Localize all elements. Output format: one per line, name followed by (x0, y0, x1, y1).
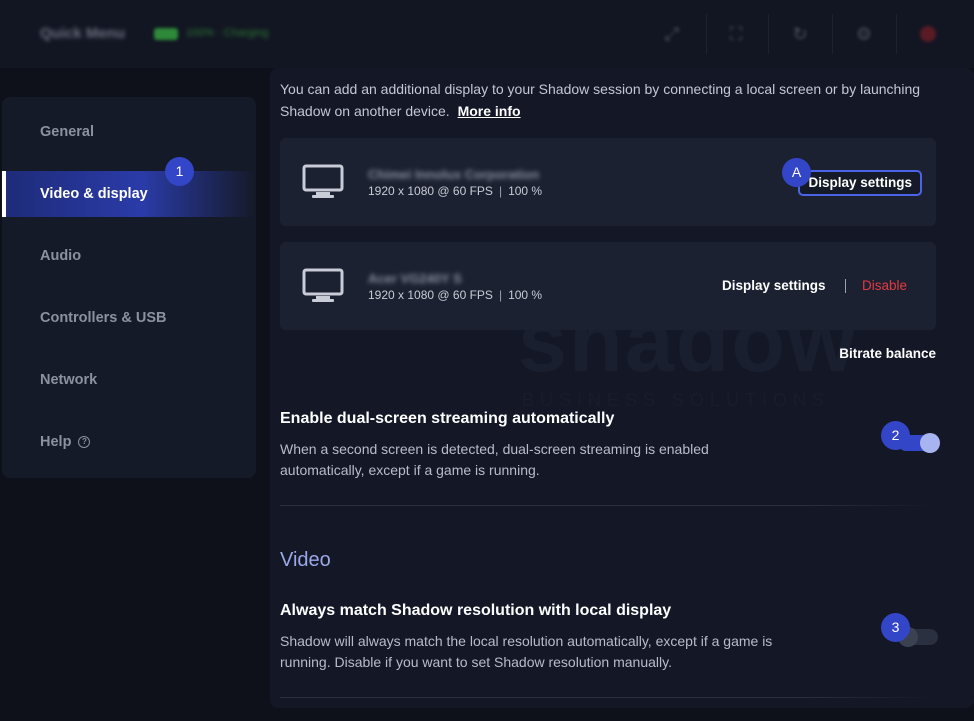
display-name: Chimei Innolux Corporation (368, 167, 540, 182)
monitor-icon (302, 268, 344, 302)
intro-text: You can add an additional display to you… (280, 78, 920, 122)
sidebar-item-video-display[interactable]: Video & display (2, 171, 256, 217)
display-resolution: 1920 x 1080 @ 60 FPS (368, 288, 493, 302)
video-section-heading: Video (280, 549, 331, 571)
marker-badge-3: 3 (881, 613, 910, 642)
more-info-link[interactable]: More info (458, 103, 521, 119)
settings-icon[interactable]: ⚙ (852, 22, 876, 46)
toolbar-divider (896, 14, 897, 54)
help-circle-icon: ? (78, 436, 91, 448)
marker-badge-2: 2 (881, 421, 910, 450)
toolbar-divider (706, 14, 707, 54)
sidebar-item-label: General (40, 124, 94, 140)
dual-screen-title: Enable dual-screen streaming automatical… (280, 410, 615, 427)
sidebar-item-audio[interactable]: Audio (2, 233, 256, 279)
sidebar-item-label: Audio (40, 248, 82, 264)
toggle-knob (920, 433, 940, 453)
marker-badge-1: 1 (165, 157, 194, 186)
display-settings-link[interactable]: Display settings (722, 278, 826, 293)
toolbar-divider (832, 14, 833, 54)
display-name: Acer VG240Y S (368, 271, 462, 286)
sidebar-item-label: Controllers & USB (40, 310, 167, 326)
sidebar-item-label: Network (40, 372, 98, 388)
resize-icon[interactable]: ⤢ (660, 22, 684, 46)
battery-icon (154, 28, 178, 40)
battery-status: 100% · Charging (186, 27, 269, 39)
divider (280, 697, 936, 698)
shadow-watermark-subtitle: BUSINESS SOLUTIONS (522, 390, 831, 410)
sidebar-item-controllers-usb[interactable]: Controllers & USB (2, 295, 256, 341)
display-resolution-line: 1920 x 1080 @ 60 FPS | 100 % (368, 184, 543, 198)
dual-screen-description: When a second screen is detected, dual-s… (280, 441, 709, 478)
display-resolution: 1920 x 1080 @ 60 FPS (368, 184, 493, 198)
screenshot-icon[interactable]: ⛶ (724, 22, 748, 46)
bitrate-balance-link[interactable]: Bitrate balance (839, 346, 936, 361)
quick-menu-title: Quick Menu (40, 25, 126, 42)
match-resolution-title: Always match Shadow resolution with loca… (280, 602, 672, 619)
link-separator (845, 279, 846, 293)
match-resolution-description: Shadow will always match the local resol… (280, 633, 773, 670)
display-resolution-line: 1920 x 1080 @ 60 FPS | 100 % (368, 288, 543, 302)
intro-description: You can add an additional display to you… (280, 81, 921, 119)
display-settings-button[interactable]: Display settings (798, 170, 922, 196)
display-scale: 100 % (508, 288, 543, 302)
sidebar-item-general[interactable]: General (2, 109, 256, 155)
monitor-icon (302, 164, 344, 198)
toolbar-divider (768, 14, 769, 54)
marker-badge-a: A (782, 158, 811, 187)
refresh-icon[interactable]: ↻ (788, 22, 812, 46)
settings-sidebar: General Video & display Audio Controller… (2, 97, 256, 478)
sidebar-item-label: Video & display (40, 186, 148, 202)
display-card-secondary: Acer VG240Y S 1920 x 1080 @ 60 FPS | 100 %… (280, 242, 936, 330)
display-scale: 100 % (508, 184, 543, 198)
disable-display-link[interactable]: Disable (862, 278, 907, 293)
sidebar-item-network[interactable]: Network (2, 357, 256, 403)
power-icon[interactable] (920, 26, 936, 42)
display-card-primary: Chimei Innolux Corporation 1920 x 1080 @… (280, 138, 936, 226)
sidebar-item-help[interactable]: Help ? (2, 419, 256, 465)
sidebar-item-label: Help (40, 434, 72, 450)
divider (280, 505, 936, 506)
top-bar: Quick Menu 100% · Charging ⤢ ⛶ ↻ ⚙ (0, 0, 974, 68)
